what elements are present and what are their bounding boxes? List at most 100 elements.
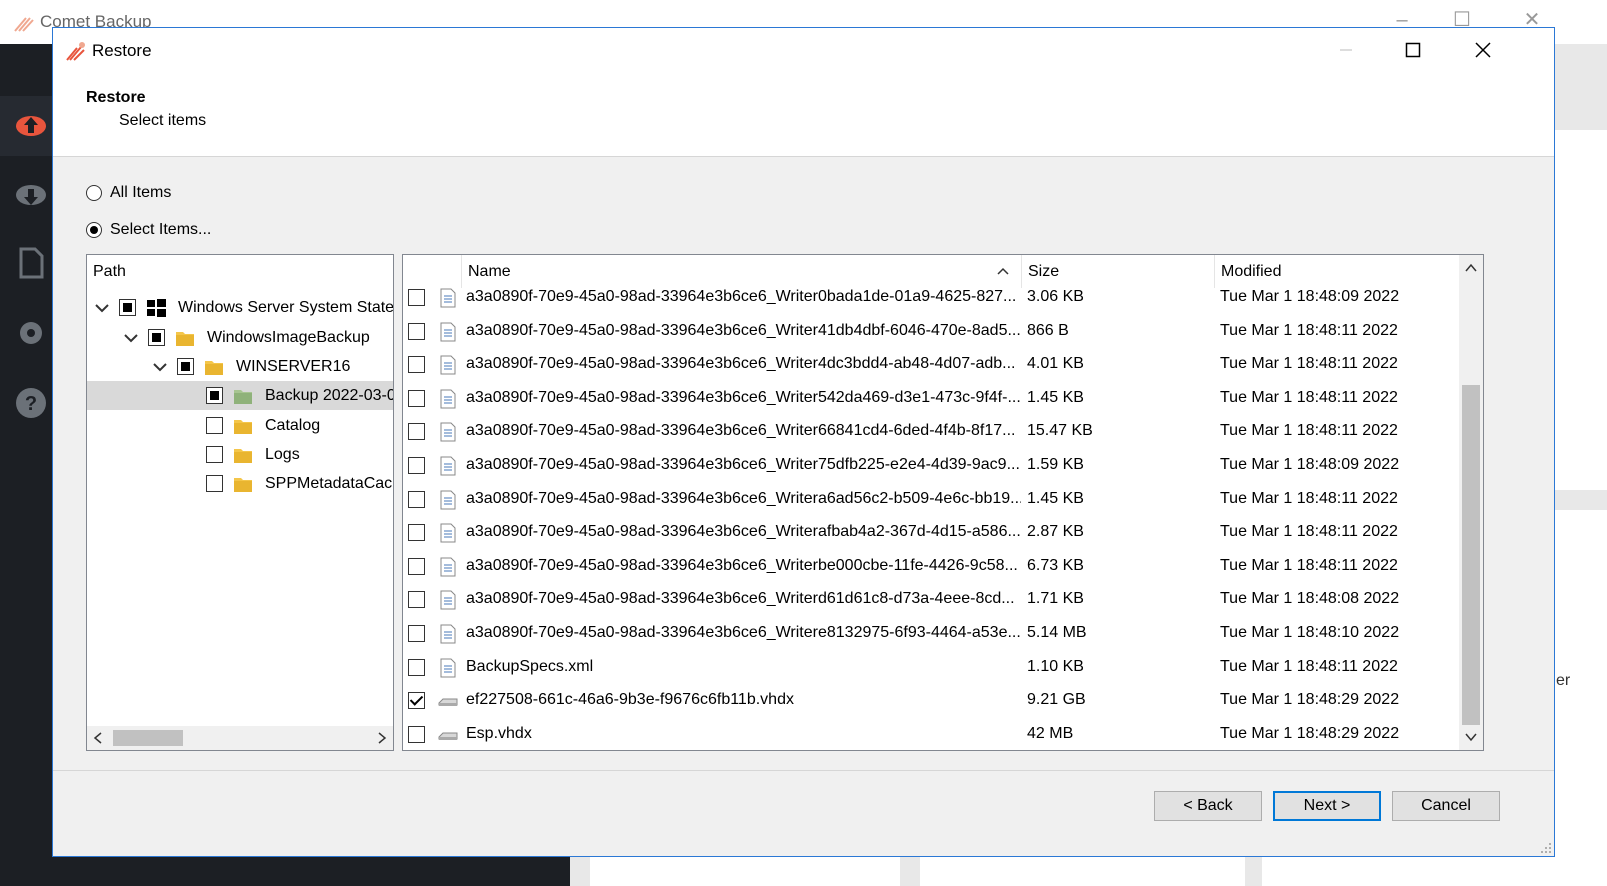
folder-icon bbox=[234, 448, 252, 463]
row-checkbox[interactable] bbox=[408, 457, 425, 474]
row-checkbox[interactable] bbox=[408, 491, 425, 508]
minimize-button[interactable] bbox=[1316, 28, 1376, 72]
file-name: a3a0890f-70e9-45a0-98ad-33964e3b6ce6_Wri… bbox=[466, 389, 1021, 406]
scroll-right-icon[interactable] bbox=[377, 732, 387, 744]
list-row[interactable]: a3a0890f-70e9-45a0-98ad-33964e3b6ce6_Wri… bbox=[403, 449, 1459, 483]
file-name: ef227508-661c-46a6-9b3e-f9676c6fb11b.vhd… bbox=[466, 691, 794, 708]
xml-file-icon bbox=[440, 456, 456, 476]
tree-item[interactable]: Catalog bbox=[87, 411, 393, 440]
list-row[interactable]: a3a0890f-70e9-45a0-98ad-33964e3b6ce6_Wri… bbox=[403, 483, 1459, 517]
file-modified: Tue Mar 1 18:48:29 2022 bbox=[1220, 691, 1400, 708]
document-icon[interactable] bbox=[14, 246, 48, 280]
app-card bbox=[1555, 510, 1607, 886]
radio-label: Select Items... bbox=[110, 221, 212, 238]
list-row[interactable]: a3a0890f-70e9-45a0-98ad-33964e3b6ce6_Wri… bbox=[403, 617, 1459, 651]
list-row[interactable]: a3a0890f-70e9-45a0-98ad-33964e3b6ce6_Wri… bbox=[403, 583, 1459, 617]
file-modified: Tue Mar 1 18:48:11 2022 bbox=[1220, 355, 1398, 372]
row-checkbox[interactable] bbox=[408, 323, 425, 340]
row-checkbox[interactable] bbox=[408, 423, 425, 440]
cloud-download-icon[interactable] bbox=[14, 177, 48, 211]
radio-button[interactable] bbox=[86, 222, 102, 238]
file-size: 5.14 MB bbox=[1027, 624, 1087, 641]
radio-button[interactable] bbox=[86, 185, 102, 201]
cancel-button[interactable]: Cancel bbox=[1392, 791, 1500, 821]
scroll-left-icon[interactable] bbox=[93, 732, 103, 744]
list-row[interactable]: Esp.vhdx 42 MB Tue Mar 1 18:48:29 2022 bbox=[403, 718, 1459, 750]
tree-item[interactable]: WINSERVER16 bbox=[87, 352, 393, 381]
row-checkbox[interactable] bbox=[408, 390, 425, 407]
file-size: 1.59 KB bbox=[1027, 456, 1084, 473]
chevron-down-icon[interactable] bbox=[151, 358, 169, 376]
row-checkbox[interactable] bbox=[408, 726, 425, 743]
row-checkbox[interactable] bbox=[408, 558, 425, 575]
list-row[interactable]: a3a0890f-70e9-45a0-98ad-33964e3b6ce6_Wri… bbox=[403, 516, 1459, 550]
chevron-down-icon[interactable] bbox=[93, 299, 111, 317]
maximize-button[interactable] bbox=[1383, 28, 1443, 72]
sort-ascending-icon bbox=[997, 267, 1009, 275]
tree-item-label: WindowsImageBackup bbox=[207, 328, 370, 346]
tree-header: Path bbox=[93, 263, 126, 280]
tree-item[interactable]: Logs bbox=[87, 440, 393, 469]
file-size: 6.73 KB bbox=[1027, 557, 1084, 574]
chevron-down-icon[interactable] bbox=[122, 329, 140, 347]
file-list[interactable]: Name Size Modified a3a0890f-70e9-45a0-98… bbox=[402, 254, 1484, 751]
tree-checkbox[interactable] bbox=[119, 299, 136, 316]
tree-checkbox[interactable] bbox=[206, 417, 223, 434]
dialog-title: Restore bbox=[92, 41, 152, 60]
comet-logo-icon bbox=[66, 42, 85, 61]
vertical-scrollbar[interactable] bbox=[1459, 255, 1483, 750]
tree-item[interactable]: SPPMetadataCach bbox=[87, 469, 393, 498]
resize-grip-icon[interactable] bbox=[1540, 842, 1552, 854]
gear-icon[interactable] bbox=[14, 316, 48, 350]
scroll-up-icon[interactable] bbox=[1465, 263, 1477, 273]
row-checkbox[interactable] bbox=[408, 356, 425, 373]
file-name: a3a0890f-70e9-45a0-98ad-33964e3b6ce6_Wri… bbox=[466, 422, 1016, 439]
dialog-titlebar[interactable]: Restore bbox=[53, 28, 1554, 72]
list-row[interactable]: a3a0890f-70e9-45a0-98ad-33964e3b6ce6_Wri… bbox=[403, 382, 1459, 416]
scrollbar-thumb[interactable] bbox=[1462, 385, 1480, 725]
cloud-upload-icon[interactable] bbox=[14, 107, 48, 141]
row-checkbox[interactable] bbox=[408, 625, 425, 642]
back-button[interactable]: < Back bbox=[1154, 791, 1262, 821]
file-modified: Tue Mar 1 18:48:08 2022 bbox=[1220, 590, 1400, 607]
row-checkbox[interactable] bbox=[408, 692, 425, 709]
help-icon[interactable]: ? bbox=[14, 386, 48, 420]
horizontal-scrollbar[interactable] bbox=[87, 726, 393, 750]
path-tree[interactable]: Path Windows Server System State WindowsI… bbox=[86, 254, 394, 751]
app-card-text: er bbox=[1556, 672, 1571, 689]
list-row[interactable]: a3a0890f-70e9-45a0-98ad-33964e3b6ce6_Wri… bbox=[403, 550, 1459, 584]
file-name: a3a0890f-70e9-45a0-98ad-33964e3b6ce6_Wri… bbox=[466, 490, 1021, 507]
tree-checkbox[interactable] bbox=[206, 446, 223, 463]
radio-select-items[interactable]: Select Items... bbox=[86, 221, 211, 239]
tree-item[interactable]: WindowsImageBackup bbox=[87, 323, 393, 352]
row-checkbox[interactable] bbox=[408, 659, 425, 676]
row-checkbox[interactable] bbox=[408, 524, 425, 541]
scroll-down-icon[interactable] bbox=[1465, 732, 1477, 742]
close-button[interactable] bbox=[1453, 28, 1513, 72]
file-size: 2.87 KB bbox=[1027, 523, 1084, 540]
file-name: a3a0890f-70e9-45a0-98ad-33964e3b6ce6_Wri… bbox=[466, 557, 1018, 574]
tree-checkbox[interactable] bbox=[148, 329, 165, 346]
tree-checkbox[interactable] bbox=[177, 358, 194, 375]
row-checkbox[interactable] bbox=[408, 289, 425, 306]
list-row[interactable]: BackupSpecs.xml 1.10 KB Tue Mar 1 18:48:11… bbox=[403, 651, 1459, 685]
list-row[interactable]: a3a0890f-70e9-45a0-98ad-33964e3b6ce6_Wri… bbox=[403, 315, 1459, 349]
tree-checkbox[interactable] bbox=[206, 475, 223, 492]
list-row[interactable]: a3a0890f-70e9-45a0-98ad-33964e3b6ce6_Wri… bbox=[403, 348, 1459, 382]
row-checkbox[interactable] bbox=[408, 591, 425, 608]
list-row[interactable]: a3a0890f-70e9-45a0-98ad-33964e3b6ce6_Wri… bbox=[403, 281, 1459, 315]
scrollbar-thumb[interactable] bbox=[113, 730, 183, 746]
tree-item[interactable]: Windows Server System State bbox=[87, 293, 393, 322]
xml-file-icon bbox=[440, 523, 456, 543]
list-row[interactable]: a3a0890f-70e9-45a0-98ad-33964e3b6ce6_Wri… bbox=[403, 415, 1459, 449]
dialog-header: Restore Select items bbox=[53, 72, 1554, 157]
radio-all-items[interactable]: All Items bbox=[86, 184, 171, 202]
file-name: a3a0890f-70e9-45a0-98ad-33964e3b6ce6_Wri… bbox=[466, 355, 1016, 372]
file-name: a3a0890f-70e9-45a0-98ad-33964e3b6ce6_Wri… bbox=[466, 456, 1020, 473]
tree-item[interactable]: Backup 2022-03-0 bbox=[87, 381, 393, 410]
folder-icon bbox=[234, 419, 252, 434]
tree-checkbox[interactable] bbox=[206, 387, 223, 404]
minimize-icon bbox=[1340, 49, 1352, 51]
list-row[interactable]: ef227508-661c-46a6-9b3e-f9676c6fb11b.vhd… bbox=[403, 684, 1459, 718]
next-button[interactable]: Next > bbox=[1273, 791, 1381, 821]
